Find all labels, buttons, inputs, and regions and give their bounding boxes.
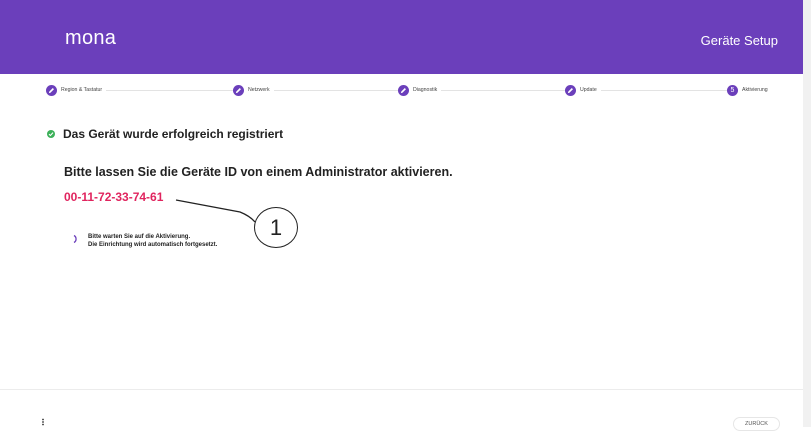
step-label: Aktivierung bbox=[742, 87, 768, 93]
brand-logo: mona bbox=[65, 27, 117, 49]
waiting-text-line1: Bitte warten Sie auf die Aktivierung. bbox=[88, 234, 191, 240]
step-label: Netzwerk bbox=[248, 87, 270, 93]
pencil-icon bbox=[46, 84, 57, 96]
success-message: Das Gerät wurde erfolgreich registriert bbox=[63, 127, 284, 141]
check-icon bbox=[47, 130, 55, 138]
callout-marker: 1 bbox=[254, 207, 298, 248]
back-button[interactable]: ZURÜCK bbox=[733, 417, 780, 431]
step-diagnostics[interactable]: Diagnostik bbox=[398, 84, 442, 96]
device-id: 00-11-72-33-74-61 bbox=[64, 190, 164, 204]
waiting-status: Bitte warten Sie auf die Aktivierung. Di… bbox=[71, 233, 217, 249]
step-number-badge: 5 bbox=[727, 84, 738, 96]
scrollbar[interactable] bbox=[803, 0, 811, 427]
step-update[interactable]: Update bbox=[565, 84, 601, 96]
pencil-icon bbox=[233, 84, 244, 96]
waiting-text-line2: Die Einrichtung wird automatisch fortges… bbox=[88, 242, 218, 248]
pencil-icon bbox=[398, 84, 409, 96]
step-network[interactable]: Netzwerk bbox=[233, 84, 274, 96]
loading-spinner-icon bbox=[73, 234, 77, 244]
step-activation[interactable]: 5 Aktivierung bbox=[727, 84, 772, 96]
step-region[interactable]: Region & Tastatur bbox=[46, 84, 107, 96]
step-label: Update bbox=[580, 87, 597, 93]
step-label: Region & Tastatur bbox=[61, 87, 103, 93]
setup-stepper: Region & Tastatur Netzwerk Diagnostik Up… bbox=[46, 84, 772, 96]
success-message-row: Das Gerät wurde erfolgreich registriert bbox=[47, 127, 283, 141]
more-vertical-icon[interactable] bbox=[41, 418, 45, 426]
app-header: mona Geräte Setup bbox=[0, 0, 803, 74]
footer-divider bbox=[0, 389, 803, 390]
step-label: Diagnostik bbox=[413, 87, 438, 93]
page-title: Geräte Setup bbox=[700, 33, 778, 48]
waiting-text: Bitte warten Sie auf die Aktivierung. Di… bbox=[88, 233, 217, 249]
activation-instruction: Bitte lassen Sie die Geräte ID von einem… bbox=[64, 165, 453, 179]
pencil-icon bbox=[565, 84, 576, 96]
